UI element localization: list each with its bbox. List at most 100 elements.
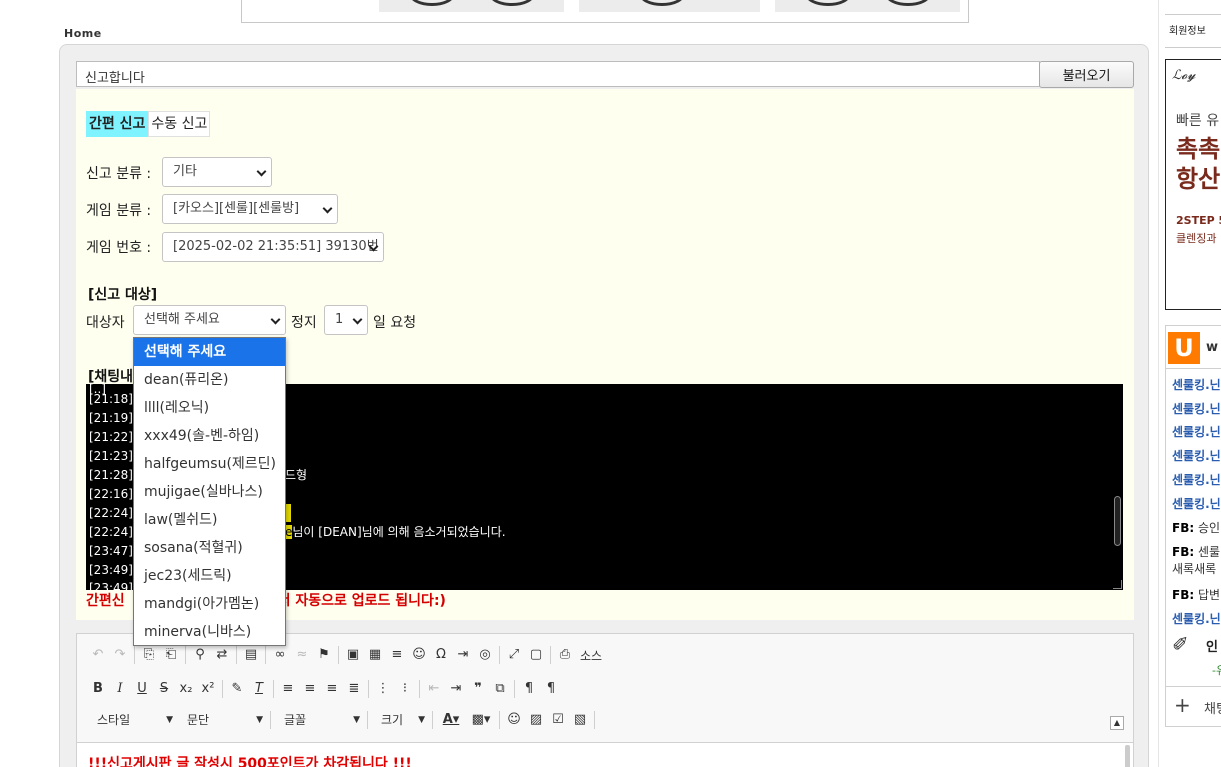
redo-icon[interactable]: ↷ xyxy=(109,644,131,666)
italic-icon[interactable]: I xyxy=(109,678,131,700)
top-banner[interactable] xyxy=(241,0,969,23)
tab-simple-report[interactable]: 간편 신고 xyxy=(86,111,149,137)
dropdown-option[interactable]: dean(퓨리온) xyxy=(134,366,285,394)
iframe-globe-icon[interactable]: ◎ xyxy=(474,644,496,666)
widget-fb-item[interactable]: FB: 센룰 xyxy=(1172,543,1220,560)
breadcrumb-home[interactable]: Home xyxy=(64,27,102,40)
source-icon[interactable]: ⎙ xyxy=(554,644,576,666)
widget-fb-item[interactable]: FB: 승인 xyxy=(1172,519,1220,536)
widget-link[interactable]: 센룰킹.닌 xyxy=(1172,447,1221,464)
find-icon[interactable]: ⚲ xyxy=(189,644,211,666)
target-select[interactable]: 선택해 주세요 xyxy=(133,305,286,335)
checkbox-icon[interactable]: ☑ xyxy=(547,709,569,731)
show-blocks-icon[interactable]: ▢ xyxy=(525,644,547,666)
paste-text-icon[interactable]: ⎘ xyxy=(138,644,160,666)
banner-image xyxy=(579,0,760,12)
widget-link[interactable]: 센룰킹.닌 xyxy=(1172,423,1221,440)
widget-fb-item[interactable]: 새록새록 xyxy=(1172,560,1216,577)
remove-format-icon[interactable]: T xyxy=(248,678,270,700)
dropdown-option[interactable]: halfgeumsu(제르딘) xyxy=(134,450,285,478)
editor-scrollbar[interactable] xyxy=(1125,745,1130,767)
resize-handle-icon[interactable] xyxy=(1113,580,1122,589)
dropdown-option[interactable]: xxx49(솔-벤-하임) xyxy=(134,422,285,450)
bulleted-list-icon[interactable]: ⁝ xyxy=(394,678,416,700)
tab-manual-report[interactable]: 수동 신고 xyxy=(148,111,211,137)
chat-line: [23:47] xyxy=(89,544,133,558)
unlink-icon[interactable]: ≈ xyxy=(291,644,313,666)
widget-link[interactable]: 센룰킹.닌 xyxy=(1172,495,1221,512)
widget-link[interactable]: 센룰킹.닌 xyxy=(1172,400,1221,417)
image-upload-icon[interactable]: ▨ xyxy=(525,709,547,731)
game-number-select[interactable]: [2025-02-02 21:35:51] 39130번 xyxy=(162,232,384,262)
size-combo[interactable]: 크기 ▼ xyxy=(371,709,429,731)
dropdown-option[interactable]: 선택해 주세요 xyxy=(134,338,285,366)
blockquote-icon[interactable]: ❞ xyxy=(467,678,489,700)
align-justify-icon[interactable]: ≣ xyxy=(343,678,365,700)
image-icon[interactable]: ▣ xyxy=(342,644,364,666)
widget-link[interactable]: 센룰킹.닌 xyxy=(1172,376,1221,393)
image-gallery-icon[interactable]: ▧ xyxy=(569,709,591,731)
dropdown-option[interactable]: mujigae(실바나스) xyxy=(134,478,285,506)
subscript-icon[interactable]: x₂ xyxy=(175,678,197,700)
source-label[interactable]: 소스 xyxy=(576,647,606,664)
replace-icon[interactable]: ⇄ xyxy=(211,644,233,666)
text-color-icon[interactable]: A▾ xyxy=(436,709,466,731)
rtl-icon[interactable]: ¶ xyxy=(540,678,562,700)
ad-line-3: 2STEP 5 xyxy=(1176,214,1221,227)
table-icon[interactable]: ▦ xyxy=(364,644,386,666)
indent-icon[interactable]: ⇥ xyxy=(445,678,467,700)
editor-content[interactable]: !!!신고게시판 글 작성시 500포인트가 차감됩니다 !!! xyxy=(77,742,1133,767)
chat-open-button[interactable]: + 채팅 xyxy=(1166,686,1221,726)
outdent-icon[interactable]: ⇤ xyxy=(423,678,445,700)
widget-link[interactable]: 센룰킹.닌 xyxy=(1172,610,1221,627)
horizontal-line-icon[interactable]: ≡ xyxy=(386,644,408,666)
smiley-icon[interactable]: ☺ xyxy=(408,644,430,666)
paste-word-icon[interactable]: ⎗ xyxy=(160,644,182,666)
chevron-down-icon: ▼ xyxy=(256,715,263,725)
font-combo[interactable]: 글꼴 ▼ xyxy=(274,709,364,731)
load-button[interactable]: 불러오기 xyxy=(1039,61,1134,88)
dropdown-option[interactable]: law(멜쉬드) xyxy=(134,506,285,534)
maximize-icon[interactable]: ⤢ xyxy=(503,644,525,666)
target-dropdown-list[interactable]: 선택해 주세요 dean(퓨리온) llll(레오닉) xxx49(솔-벤-하임… xyxy=(133,337,286,646)
sidebar-ad[interactable]: ℒ𝓸𝔂 빠른 유 촉촉항산 2STEP 5 클렌징과 xyxy=(1165,59,1221,310)
dropdown-option[interactable]: jec23(세드릭) xyxy=(134,562,285,590)
numbered-list-icon[interactable]: ⋮ xyxy=(372,678,394,700)
superscript-icon[interactable]: x² xyxy=(197,678,219,700)
dropdown-option[interactable]: mandgi(아가멤논) xyxy=(134,590,285,618)
div-container-icon[interactable]: ⧉ xyxy=(489,678,511,700)
spellcheck-icon[interactable]: ▤ xyxy=(240,644,262,666)
widget-icon-label[interactable]: 인 xyxy=(1206,636,1218,655)
report-category-select[interactable]: 기타 xyxy=(162,157,272,187)
background-color-icon[interactable]: ▩▾ xyxy=(466,709,496,731)
link-icon[interactable]: ∞ xyxy=(269,644,291,666)
align-left-icon[interactable]: ≡ xyxy=(277,678,299,700)
ltr-icon[interactable]: ¶ xyxy=(518,678,540,700)
dropdown-option[interactable]: llll(레오닉) xyxy=(134,394,285,422)
days-select[interactable]: 1 xyxy=(324,305,368,335)
widget-fb-item[interactable]: FB: 답변 xyxy=(1172,586,1220,603)
align-center-icon[interactable]: ≡ xyxy=(299,678,321,700)
special-char-icon[interactable]: Ω xyxy=(430,644,452,666)
banner-image xyxy=(379,0,564,12)
style-combo[interactable]: 스타일 ▼ xyxy=(87,709,177,731)
copy-format-icon[interactable]: ✎ xyxy=(226,678,248,700)
dropdown-option[interactable]: sosana(적혈귀) xyxy=(134,534,285,562)
widget-link[interactable]: 센룰킹.닌 xyxy=(1172,471,1221,488)
page-break-icon[interactable]: ⇥ xyxy=(452,644,474,666)
strikethrough-icon[interactable]: S xyxy=(153,678,175,700)
bold-icon[interactable]: B xyxy=(87,678,109,700)
anchor-flag-icon[interactable]: ⚑ xyxy=(313,644,335,666)
tab-member-info[interactable]: 회원정보 xyxy=(1165,14,1221,48)
underline-icon[interactable]: U xyxy=(131,678,153,700)
collapse-toolbar-icon[interactable]: ▲ xyxy=(1110,716,1124,730)
paragraph-combo[interactable]: 문단 ▼ xyxy=(177,709,267,731)
chat-scrollbar[interactable] xyxy=(1114,496,1121,546)
widget-logo-icon: U xyxy=(1168,332,1200,364)
game-category-select[interactable]: [카오스][센룰][센룰방] xyxy=(162,194,338,224)
undo-icon[interactable]: ↶ xyxy=(87,644,109,666)
align-right-icon[interactable]: ≡ xyxy=(321,678,343,700)
dropdown-option[interactable]: minerva(니바스) xyxy=(134,618,285,646)
emoji-icon[interactable]: ☺ xyxy=(503,709,525,731)
title-input[interactable]: 신고합니다 xyxy=(76,61,1040,87)
